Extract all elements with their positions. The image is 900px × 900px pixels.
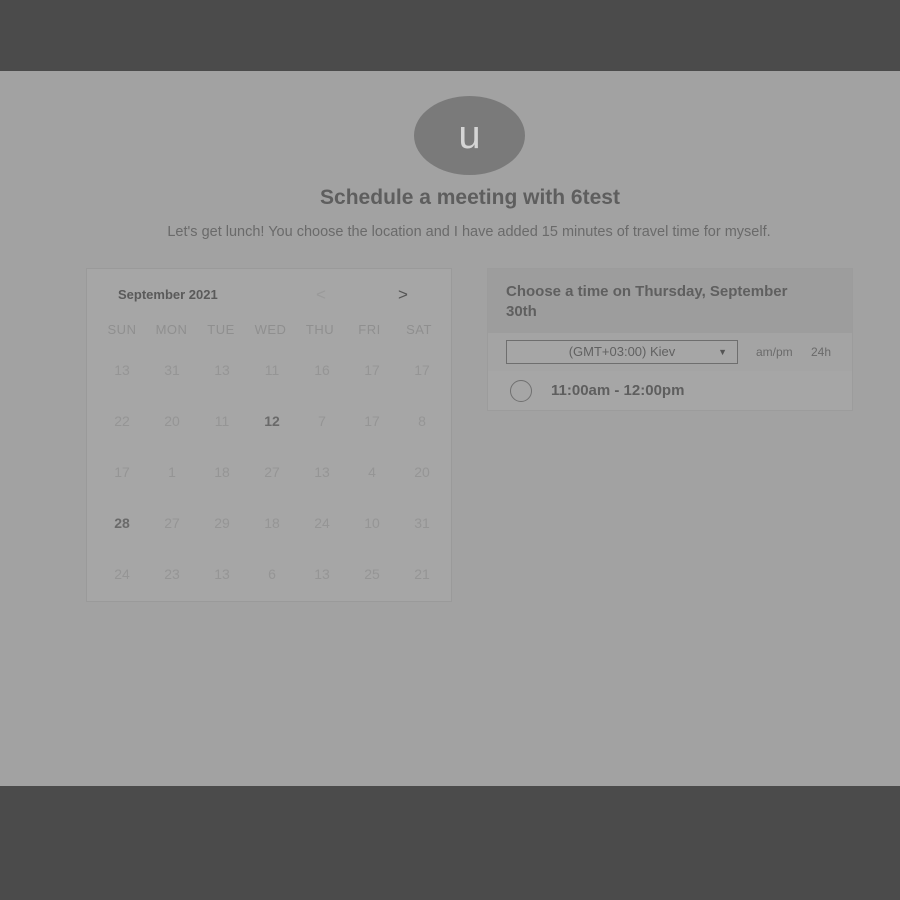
calendar-day[interactable]: 16 [297,359,347,381]
next-month-icon[interactable]: > [393,285,413,305]
calendar-day[interactable]: 1 [147,461,197,483]
calendar-day[interactable]: 18 [247,512,297,534]
scheduling-page: u Schedule a meeting with 6test Let's ge… [0,71,900,786]
timezone-value: (GMT+03:00) Kiev [568,344,676,359]
calendar-day[interactable]: 31 [397,512,447,534]
calendar-day[interactable]: 21 [397,563,447,585]
calendar-day[interactable]: 4 [347,461,397,483]
calendar-day[interactable]: 20 [397,461,447,483]
chevron-down-icon: ▼ [718,347,727,357]
radio-button[interactable] [510,380,532,402]
calendar-day[interactable]: 13 [297,563,347,585]
avatar-initial: u [458,113,481,157]
weekday-label: FRI [358,322,381,337]
calendar-day[interactable]: 27 [247,461,297,483]
calendar-day[interactable]: 31 [147,359,197,381]
top-bar [0,0,900,71]
calendar-day[interactable]: 18 [197,461,247,483]
weekday-label: SAT [406,322,432,337]
timezone-row: (GMT+03:00) Kiev ▼ am/pm 24h [488,333,852,371]
calendar-day[interactable]: 11 [197,410,247,432]
calendar-day[interactable]: 22 [97,410,147,432]
page-subtitle: Let's get lunch! You choose the location… [167,224,771,240]
time-panel-title: Choose a time on Thursday, September 30t… [506,283,788,320]
calendar-day[interactable]: 10 [347,512,397,534]
time-panel-header: Choose a time on Thursday, September 30t… [488,269,852,333]
calendar-day[interactable]: 28 [97,512,147,534]
calendar-day[interactable]: 13 [197,359,247,381]
calendar-day[interactable]: 25 [347,563,397,585]
calendar-day[interactable]: 11 [247,359,297,381]
calendar-day[interactable]: 12 [247,410,297,432]
calendar-day[interactable]: 17 [347,410,397,432]
calendar-day[interactable]: 13 [97,359,147,381]
calendar-day[interactable]: 13 [297,461,347,483]
time-slot[interactable]: 11:00am - 12:00pm [488,373,852,409]
calendar-day[interactable]: 17 [347,359,397,381]
calendar-day[interactable]: 13 [197,563,247,585]
calendar-day[interactable]: 29 [197,512,247,534]
timezone-select[interactable]: (GMT+03:00) Kiev ▼ [506,340,738,364]
weekday-label: WED [254,322,287,337]
calendar-day[interactable]: 7 [297,410,347,432]
page-title: Schedule a meeting with 6test [320,186,620,209]
calendar-day[interactable]: 6 [247,563,297,585]
avatar: u [414,96,525,175]
weekday-label: MON [155,322,188,337]
calendar-month-label: September 2021 [118,287,218,302]
format-ampm-toggle[interactable]: am/pm [756,345,793,359]
time-panel: Choose a time on Thursday, September 30t… [487,268,853,411]
time-slot-label: 11:00am - 12:00pm [551,382,685,399]
calendar-day[interactable]: 24 [297,512,347,534]
calendar-day[interactable]: 8 [397,410,447,432]
weekday-label: TUE [207,322,235,337]
weekday-label: SUN [107,322,137,337]
format-24h-toggle[interactable]: 24h [811,345,831,359]
calendar-day[interactable]: 17 [97,461,147,483]
calendar-day[interactable]: 17 [397,359,447,381]
calendar-day[interactable]: 23 [147,563,197,585]
calendar-day[interactable]: 24 [97,563,147,585]
calendar-day[interactable]: 20 [147,410,197,432]
calendar-day[interactable]: 27 [147,512,197,534]
bottom-bar [0,786,900,900]
calendar: September 2021 < > SUN MON TUE WED THU FRI SAT… [86,268,452,602]
weekday-header: SUN MON TUE WED THU FRI SAT [97,322,447,338]
weekday-label: THU [305,322,335,337]
previous-month-icon[interactable]: < [311,285,331,305]
